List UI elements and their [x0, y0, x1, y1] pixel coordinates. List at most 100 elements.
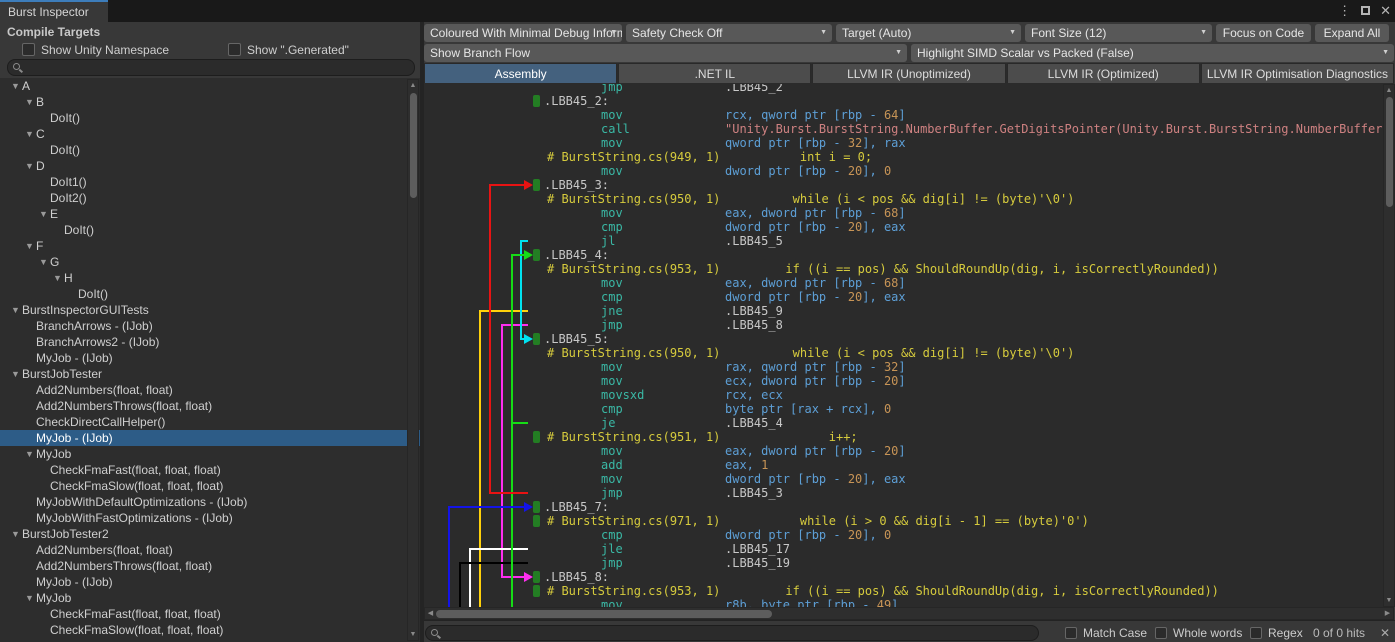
tree-item-label: DoIt(): [50, 143, 80, 157]
expander-triangle-icon[interactable]: ▼: [25, 126, 36, 142]
chevron-down-icon: ▼: [610, 24, 617, 42]
tree-item[interactable]: DoIt(): [0, 222, 420, 238]
expander-triangle-icon[interactable]: ▼: [25, 94, 36, 110]
regex-checkbox[interactable]: [1250, 627, 1262, 639]
tree-item[interactable]: Add2Numbers(float, float): [0, 542, 420, 558]
expander-triangle-icon[interactable]: ▼: [25, 590, 36, 606]
expand-all-button[interactable]: Expand All: [1315, 24, 1389, 42]
tree-item[interactable]: CheckFmaFast(float, float, float): [0, 606, 420, 622]
tree-item[interactable]: Add2NumbersThrows(float, float): [0, 558, 420, 574]
tree-item-label: CheckFmaFast(float, float, float): [50, 463, 221, 477]
tree-item[interactable]: CheckFmaSlow(float, float, float): [0, 478, 420, 494]
tree-item[interactable]: MyJob - (IJob): [0, 350, 420, 366]
tree-item[interactable]: MyJobWithFastOptimizations - (IJob): [0, 510, 420, 526]
branch-flow-arrows: [424, 84, 1376, 607]
branch-flow-dropdown[interactable]: Show Branch Flow▼: [424, 44, 907, 62]
tree-item[interactable]: MyJob - (IJob): [0, 574, 420, 590]
tree-item[interactable]: ▼BurstJobTester: [0, 366, 420, 382]
regex-label: Regex: [1268, 626, 1303, 640]
tree-scrollbar-thumb[interactable]: [410, 93, 417, 198]
match-case-checkbox[interactable]: [1065, 627, 1077, 639]
expander-triangle-icon[interactable]: ▼: [25, 446, 36, 462]
target-dropdown[interactable]: Target (Auto)▼: [836, 24, 1021, 42]
burst-inspector-window: Burst Inspector ⋮ ✕ Compile Targets Show…: [0, 0, 1395, 642]
tree-item[interactable]: DoIt(): [0, 110, 420, 126]
tree-item[interactable]: MyJobWithDefaultOptimizations - (IJob): [0, 494, 420, 510]
tab-llvm-ir-optimized[interactable]: LLVM IR (Optimized): [1007, 63, 1200, 83]
expander-triangle-icon[interactable]: ▼: [11, 366, 22, 382]
tree-item[interactable]: ▼C: [0, 126, 420, 142]
tree-item[interactable]: CheckDirectCallHelper(): [0, 414, 420, 430]
tree-item[interactable]: MyJob - (IJob): [0, 430, 420, 446]
tree-item[interactable]: ▼D: [0, 158, 420, 174]
tree-item[interactable]: ▼G: [0, 254, 420, 270]
title-bar: Burst Inspector ⋮ ✕: [0, 0, 1395, 22]
tab-burst-inspector[interactable]: Burst Inspector: [0, 0, 108, 22]
tree-item[interactable]: ▼BurstInspectorGUITests: [0, 302, 420, 318]
branch-arrowhead-icon: [524, 502, 533, 512]
expander-triangle-icon[interactable]: ▼: [11, 78, 22, 94]
font-size-dropdown[interactable]: Font Size (12)▼: [1025, 24, 1212, 42]
branch-arrowhead-icon: [524, 334, 533, 344]
tree-item-label: MyJob - (IJob): [36, 431, 113, 445]
kebab-menu-icon[interactable]: ⋮: [1338, 0, 1351, 22]
code-hscrollbar-thumb[interactable]: [436, 610, 772, 618]
tree-item[interactable]: ▼E: [0, 206, 420, 222]
tab-llvm-ir-unoptimized[interactable]: LLVM IR (Unoptimized): [812, 63, 1005, 83]
tree-item[interactable]: ▼MyJob: [0, 590, 420, 606]
branch-arrowhead-icon: [524, 250, 533, 260]
code-scrollbar-thumb[interactable]: [1386, 97, 1393, 207]
show-unity-namespace-label: Show Unity Namespace: [41, 43, 169, 57]
tree-item-label: CheckDirectCallHelper(): [36, 415, 165, 429]
code-scroll-down-icon[interactable]: ▼: [1384, 595, 1394, 606]
tree-item[interactable]: DoIt(): [0, 142, 420, 158]
targets-search-input[interactable]: [7, 59, 415, 76]
maximize-icon[interactable]: [1361, 0, 1370, 22]
code-search-input[interactable]: [425, 625, 1039, 641]
tree-item[interactable]: ▼H: [0, 270, 420, 286]
expander-triangle-icon[interactable]: ▼: [53, 270, 64, 286]
tree-item[interactable]: BranchArrows2 - (IJob): [0, 334, 420, 350]
tree-item-label: E: [50, 207, 58, 221]
scroll-right-icon[interactable]: ▶: [1382, 608, 1393, 619]
expander-triangle-icon[interactable]: ▼: [11, 302, 22, 318]
tree-scroll-up-icon[interactable]: ▲: [408, 80, 418, 91]
close-search-icon[interactable]: ✕: [1380, 626, 1390, 640]
tree-item[interactable]: CheckFmaFast(float, float, float): [0, 462, 420, 478]
tree-item-label: Add2Numbers(float, float): [36, 543, 173, 557]
simd-highlight-dropdown[interactable]: Highlight SIMD Scalar vs Packed (False)▼: [911, 44, 1394, 62]
tree-item-label: MyJob - (IJob): [36, 351, 113, 365]
debug-info-dropdown[interactable]: Coloured With Minimal Debug Information▼: [424, 24, 622, 42]
tree-item[interactable]: Add2Numbers(float, float): [0, 382, 420, 398]
tab-assembly[interactable]: Assembly: [424, 63, 617, 83]
tree-item[interactable]: ▼BurstJobTester2: [0, 526, 420, 542]
tree-item[interactable]: ▼A: [0, 78, 420, 94]
tree-item[interactable]: DoIt(): [0, 286, 420, 302]
safety-check-dropdown[interactable]: Safety Check Off▼: [626, 24, 832, 42]
tree-item[interactable]: Add2NumbersThrows(float, float): [0, 398, 420, 414]
code-scroll-up-icon[interactable]: ▲: [1384, 85, 1394, 96]
expander-triangle-icon[interactable]: ▼: [39, 206, 50, 222]
tree-item[interactable]: ▼MyJob: [0, 446, 420, 462]
focus-on-code-button[interactable]: Focus on Code: [1216, 24, 1311, 42]
scroll-left-icon[interactable]: ◀: [425, 608, 436, 619]
close-icon[interactable]: ✕: [1380, 0, 1391, 22]
whole-words-checkbox[interactable]: [1155, 627, 1167, 639]
tree-item[interactable]: CheckFmaSlow(float, float, float): [0, 622, 420, 638]
dropdown-label: Safety Check Off: [632, 26, 723, 40]
dropdown-label: Target (Auto): [842, 26, 911, 40]
expander-triangle-icon[interactable]: ▼: [11, 526, 22, 542]
expander-triangle-icon[interactable]: ▼: [25, 238, 36, 254]
tree-item[interactable]: ▼B: [0, 94, 420, 110]
tree-item[interactable]: DoIt2(): [0, 190, 420, 206]
tree-item[interactable]: BranchArrows - (IJob): [0, 318, 420, 334]
expander-triangle-icon[interactable]: ▼: [25, 158, 36, 174]
tab-net-il[interactable]: .NET IL: [618, 63, 811, 83]
tab-llvm-ir-optimisation-diagnostics[interactable]: LLVM IR Optimisation Diagnostics: [1201, 63, 1394, 83]
tree-item[interactable]: ▼F: [0, 238, 420, 254]
show-unity-namespace-checkbox[interactable]: [22, 43, 35, 56]
tree-scroll-down-icon[interactable]: ▼: [408, 629, 418, 640]
expander-triangle-icon[interactable]: ▼: [39, 254, 50, 270]
show-generated-checkbox[interactable]: [228, 43, 241, 56]
tree-item[interactable]: DoIt1(): [0, 174, 420, 190]
